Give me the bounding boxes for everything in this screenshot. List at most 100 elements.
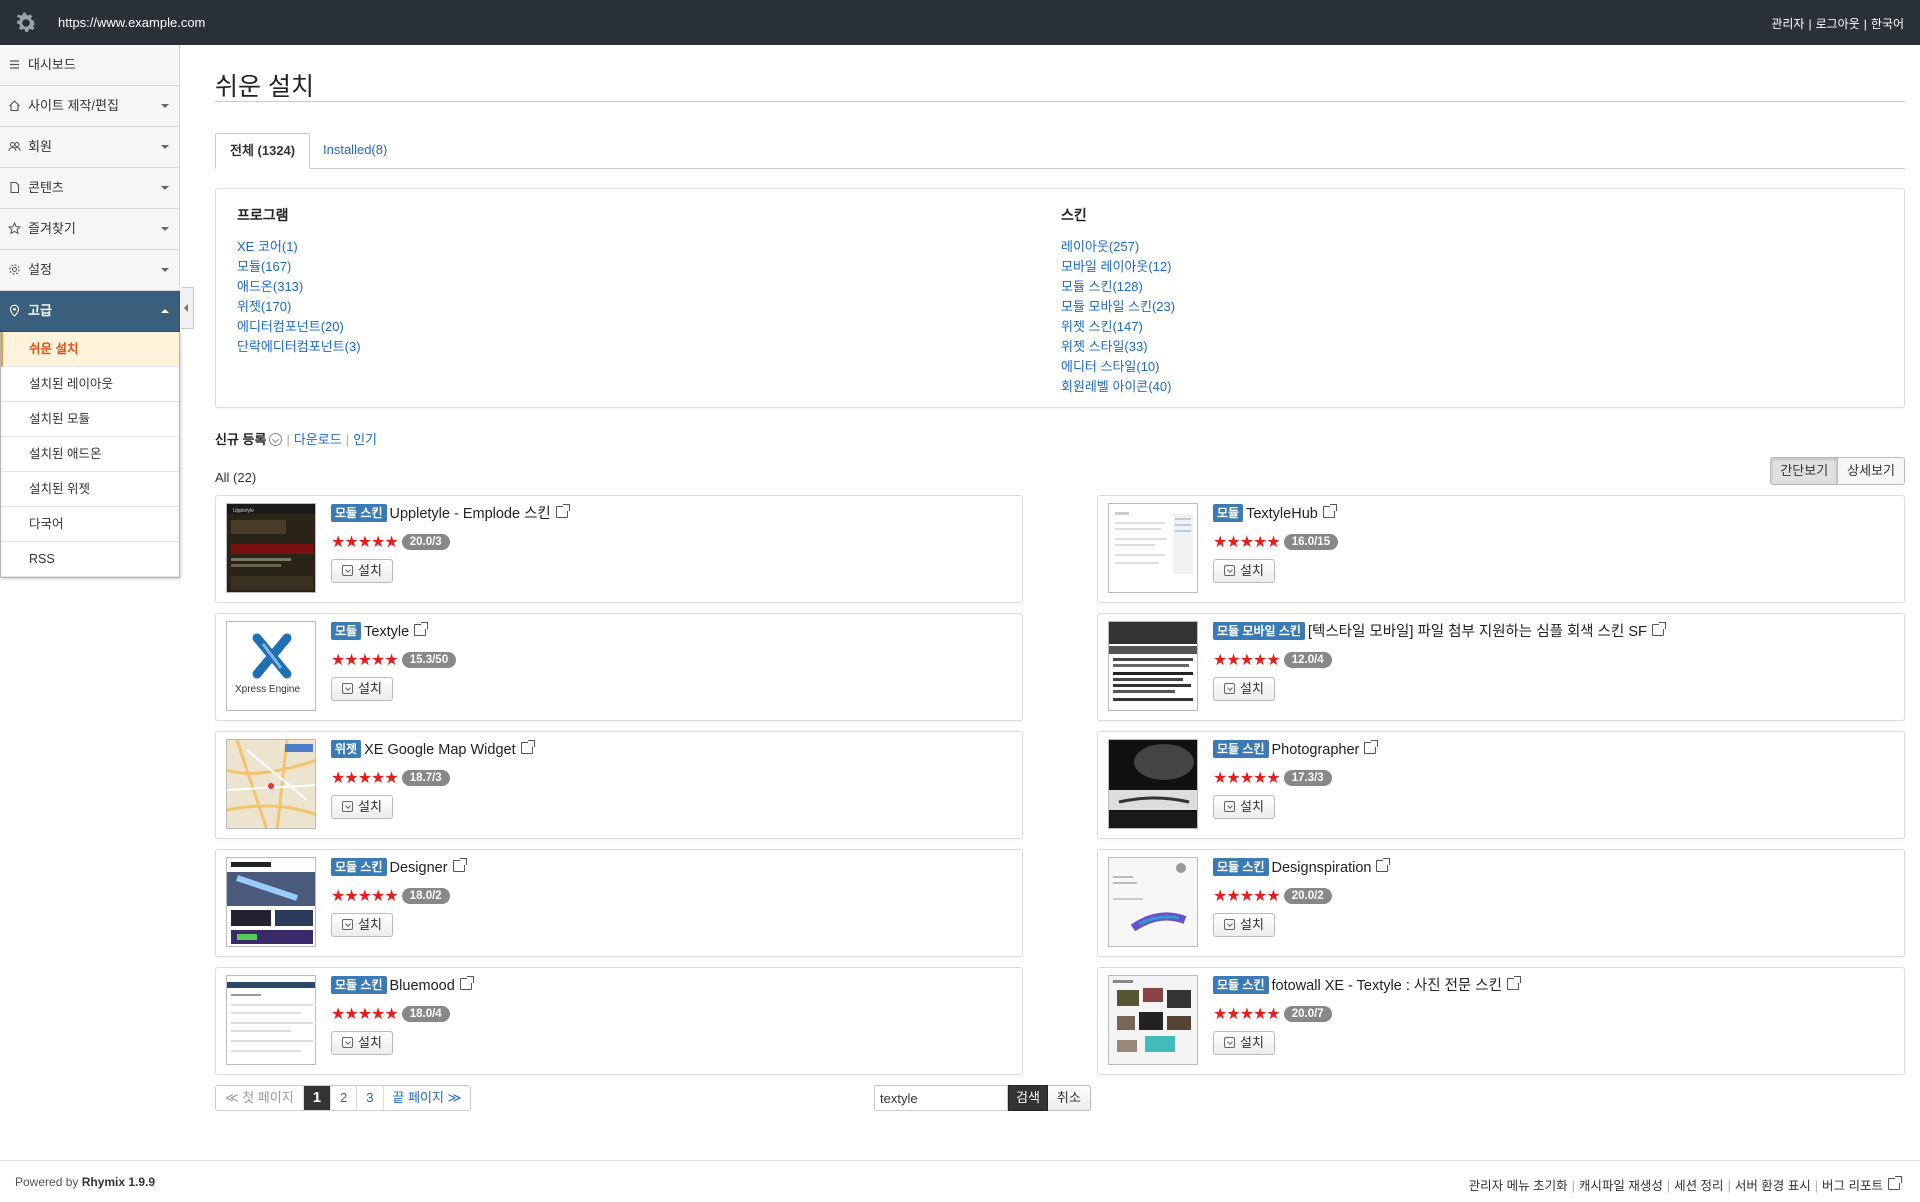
package-name[interactable]: Bluemood	[390, 978, 455, 994]
first-page-link[interactable]: ≪ 첫 페이지	[216, 1086, 304, 1110]
category-link[interactable]: 모바일 레이아웃(12)	[1061, 257, 1175, 277]
category-link[interactable]: 레이아웃(257)	[1061, 237, 1175, 257]
search-input[interactable]	[874, 1085, 1008, 1111]
submenu-rss[interactable]: RSS	[1, 542, 179, 577]
package-name[interactable]: Designspiration	[1272, 860, 1372, 876]
rating-stars: ★★★★★	[331, 1006, 399, 1023]
last-page-link[interactable]: 끝 페이지 ≫	[383, 1086, 471, 1110]
package-thumbnail[interactable]	[226, 857, 316, 947]
category-link[interactable]: 위젯 스킨(147)	[1061, 317, 1175, 337]
tab-installed[interactable]: Installed(8)	[309, 133, 401, 169]
simple-view-button[interactable]: 간단보기	[1771, 458, 1839, 484]
sort-newest[interactable]: 신규 등록	[215, 432, 266, 447]
search-button[interactable]: 검색	[1008, 1085, 1048, 1111]
external-link-icon[interactable]	[452, 858, 467, 872]
package-name[interactable]: [텍스타일 모바일] 파일 첨부 지원하는 심플 회색 스킨 SF	[1308, 624, 1647, 640]
install-button[interactable]: 설치	[1213, 559, 1275, 583]
package-name[interactable]: TextyleHub	[1246, 506, 1318, 522]
submenu-multilingual[interactable]: 다국어	[1, 507, 179, 542]
sidebar-item-site[interactable]: 사이트 제작/편집	[0, 86, 180, 127]
category-link[interactable]: 모듈 모바일 스킨(23)	[1061, 297, 1175, 317]
sidebar-item-members[interactable]: 회원	[0, 127, 180, 168]
package-thumbnail[interactable]	[1108, 857, 1198, 947]
detail-view-button[interactable]: 상세보기	[1838, 458, 1904, 484]
install-button[interactable]: 설치	[331, 913, 393, 937]
sidebar-collapse-handle[interactable]	[181, 287, 194, 329]
sidebar-item-settings[interactable]: 설정	[0, 250, 180, 291]
package-thumbnail[interactable]	[1108, 739, 1198, 829]
server-env-link[interactable]: 서버 환경 표시	[1735, 1179, 1811, 1193]
chevron-down-circle-icon[interactable]	[269, 433, 283, 446]
tab-all[interactable]: 전체 (1324)	[215, 133, 311, 169]
page-link[interactable]: 2	[331, 1086, 358, 1110]
install-button[interactable]: 설치	[331, 677, 393, 701]
regenerate-cache-link[interactable]: 캐시파일 재생성	[1579, 1179, 1663, 1193]
category-link[interactable]: 애드온(313)	[237, 277, 361, 297]
package-thumbnail[interactable]	[1108, 975, 1198, 1065]
package-thumbnail[interactable]: Uppletyle	[226, 503, 316, 593]
gear-icon[interactable]	[13, 10, 39, 36]
submenu-easy-install[interactable]: 쉬운 설치	[1, 332, 179, 367]
external-link-icon[interactable]	[1651, 622, 1666, 636]
submenu-installed-addon[interactable]: 설치된 애드온	[1, 437, 179, 472]
external-link-icon[interactable]	[520, 740, 535, 754]
category-link[interactable]: 위젯(170)	[237, 297, 361, 317]
category-link[interactable]: 에디터컴포넌트(20)	[237, 317, 361, 337]
submenu-installed-layout[interactable]: 설치된 레이아웃	[1, 367, 179, 402]
page-link[interactable]: 3	[357, 1086, 384, 1110]
external-link-icon[interactable]	[555, 504, 570, 518]
category-link[interactable]: 에디터 스타일(10)	[1061, 357, 1175, 377]
external-link-icon[interactable]	[1888, 1176, 1902, 1190]
sort-download[interactable]: 다운로드	[294, 432, 342, 447]
external-link-icon[interactable]	[1506, 976, 1521, 990]
category-link[interactable]: 모듈 스킨(128)	[1061, 277, 1175, 297]
package-name[interactable]: Uppletyle - Emplode 스킨	[390, 506, 551, 522]
clear-sessions-link[interactable]: 세션 정리	[1674, 1179, 1723, 1193]
external-link-icon[interactable]	[1322, 504, 1337, 518]
install-button[interactable]: 설치	[1213, 913, 1275, 937]
package-thumbnail[interactable]	[226, 739, 316, 829]
category-link[interactable]: 위젯 스타일(33)	[1061, 337, 1175, 357]
install-button[interactable]: 설치	[1213, 1031, 1275, 1055]
logout-link[interactable]: 로그아웃	[1816, 17, 1860, 31]
package-name[interactable]: Designer	[390, 860, 448, 876]
package-thumbnail[interactable]: Xpress Engine	[226, 621, 316, 711]
external-link-icon[interactable]	[414, 622, 429, 636]
external-link-icon[interactable]	[1376, 858, 1391, 872]
sidebar-item-favorites[interactable]: 즐겨찾기	[0, 209, 180, 250]
page-link-current[interactable]: 1	[303, 1086, 332, 1110]
submenu-installed-widget[interactable]: 설치된 위젯	[1, 472, 179, 507]
external-link-icon[interactable]	[459, 976, 474, 990]
category-link[interactable]: 단락에디터컴포넌트(3)	[237, 337, 361, 357]
install-button[interactable]: 설치	[1213, 677, 1275, 701]
cancel-button[interactable]: 취소	[1047, 1085, 1091, 1111]
category-link[interactable]: 회원레벨 아이콘(40)	[1061, 377, 1175, 397]
category-link[interactable]: XE 코어(1)	[237, 237, 361, 257]
language-select[interactable]: 한국어	[1871, 17, 1904, 31]
bug-report-link[interactable]: 버그 리포트	[1822, 1179, 1883, 1193]
package-card: 모듈 스킨 Designer ★★★★★ 18.0/2 설치	[215, 849, 1023, 957]
sort-popular[interactable]: 인기	[353, 432, 377, 447]
reset-admin-menu-link[interactable]: 관리자 메뉴 초기화	[1469, 1179, 1568, 1193]
install-button[interactable]: 설치	[331, 1031, 393, 1055]
package-name[interactable]: Textyle	[364, 624, 409, 640]
package-name[interactable]: fotowall XE - Textyle : 사진 전문 스킨	[1272, 978, 1502, 994]
admin-link[interactable]: 관리자	[1771, 17, 1804, 31]
package-thumbnail[interactable]	[1108, 621, 1198, 711]
category-link[interactable]: 모듈(167)	[237, 257, 361, 277]
package-thumbnail[interactable]	[226, 975, 316, 1065]
sidebar-item-content[interactable]: 콘텐츠	[0, 168, 180, 209]
package-name[interactable]: XE Google Map Widget	[364, 742, 516, 758]
sidebar-item-advanced[interactable]: 고급	[0, 291, 180, 332]
site-url[interactable]: https://www.example.com	[58, 15, 205, 30]
install-button[interactable]: 설치	[331, 795, 393, 819]
sidebar-item-dashboard[interactable]: 대시보드	[0, 45, 180, 86]
powered-name[interactable]: Rhymix 1.9.9	[82, 1175, 155, 1189]
rating-score: 18.0/2	[401, 888, 450, 904]
install-button[interactable]: 설치	[1213, 795, 1275, 819]
package-thumbnail[interactable]	[1108, 503, 1198, 593]
install-button[interactable]: 설치	[331, 559, 393, 583]
external-link-icon[interactable]	[1364, 740, 1379, 754]
package-name[interactable]: Photographer	[1272, 742, 1360, 758]
submenu-installed-module[interactable]: 설치된 모듈	[1, 402, 179, 437]
